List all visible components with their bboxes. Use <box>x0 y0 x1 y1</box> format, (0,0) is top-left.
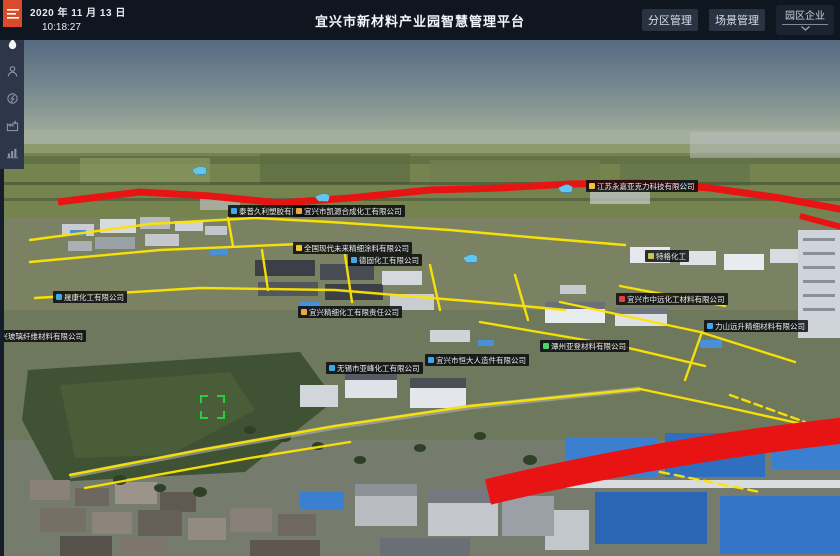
map-label[interactable]: 宜兴玻璃纤维材料有限公司 <box>0 330 86 342</box>
map-label[interactable]: 江苏永嘉亚克力科技有限公司 <box>586 180 698 192</box>
company-label-text: 特格化工 <box>656 251 686 262</box>
company-marker-icon <box>56 294 62 300</box>
company-marker-icon <box>707 323 713 329</box>
company-label-text: 晟康化工有限公司 <box>64 292 124 303</box>
chevron-down-icon <box>801 26 810 31</box>
company-marker-icon <box>296 208 302 214</box>
user-icon <box>6 65 19 78</box>
sidebar-item-person[interactable] <box>5 64 19 78</box>
app-header: 2020 年 11 月 13 日 10:18:27 宜兴市新材料产业园智慧管理平… <box>0 0 840 40</box>
company-label-text: 宜兴精细化工有限责任公司 <box>309 307 399 318</box>
company-label-text: 宜兴市中远化工材料有限公司 <box>627 294 725 305</box>
factory-icon <box>6 119 19 132</box>
company-marker-icon <box>589 183 595 189</box>
scene-management-button[interactable]: 场景管理 <box>709 9 765 31</box>
company-marker-icon <box>428 357 434 363</box>
sidebar <box>0 27 24 169</box>
sidebar-item-analytics[interactable] <box>5 145 19 159</box>
company-marker-icon <box>329 365 335 371</box>
map-label[interactable]: 无锡市亚峰化工有限公司 <box>326 362 423 374</box>
map-label[interactable]: 晟康化工有限公司 <box>53 291 127 303</box>
company-marker-icon <box>648 253 654 259</box>
map-label[interactable]: 特格化工 <box>645 250 689 262</box>
sidebar-item-energy[interactable] <box>5 91 19 105</box>
company-marker-icon <box>296 245 302 251</box>
map-label[interactable]: 宜兴市凯源合成化工有限公司 <box>293 205 405 217</box>
company-label-text: 宜兴玻璃纤维材料有限公司 <box>0 331 83 342</box>
map-label[interactable]: 宜兴市中远化工材料有限公司 <box>616 293 728 305</box>
bar-chart-icon <box>6 146 19 159</box>
map-label[interactable]: 宜兴市恒大人造件有限公司 <box>425 354 529 366</box>
company-marker-icon <box>543 343 549 349</box>
company-marker-icon <box>619 296 625 302</box>
map-label[interactable]: 德固化工有限公司 <box>348 254 422 266</box>
park-enterprise-dropdown[interactable]: 园区企业 <box>776 5 834 35</box>
company-label-text: 潭州亚登材料有限公司 <box>551 341 626 352</box>
company-marker-icon <box>351 257 357 263</box>
zone-management-button[interactable]: 分区管理 <box>642 9 698 31</box>
company-label-text: 江苏永嘉亚克力科技有限公司 <box>597 181 695 192</box>
company-marker-icon <box>231 208 237 214</box>
map-viewport[interactable]: 泰普久利塑胶有限公司宜兴市凯源合成化工有限公司全国现代未来精细涂料有限公司德固化… <box>0 40 840 556</box>
smart-park-platform: 2020 年 11 月 13 日 10:18:27 宜兴市新材料产业园智慧管理平… <box>0 0 840 556</box>
company-label-text: 宜兴市凯源合成化工有限公司 <box>304 206 402 217</box>
power-icon <box>6 92 19 105</box>
company-marker-icon <box>301 309 307 315</box>
company-label-text: 无锡市亚峰化工有限公司 <box>337 363 420 374</box>
map-label[interactable]: 潭州亚登材料有限公司 <box>540 340 629 352</box>
map-label[interactable]: 宜兴精细化工有限责任公司 <box>298 306 402 318</box>
header-actions: 分区管理 场景管理 园区企业 <box>642 0 834 40</box>
company-label-text: 全国现代未来精细涂料有限公司 <box>304 243 409 254</box>
company-label-text: 德固化工有限公司 <box>359 255 419 266</box>
map-label[interactable]: 全国现代未来精细涂料有限公司 <box>293 242 412 254</box>
dropdown-label: 园区企业 <box>785 11 825 22</box>
map-label[interactable]: 力山远升精细材料有限公司 <box>704 320 808 332</box>
selection-box <box>200 395 225 419</box>
sidebar-item-factory[interactable] <box>5 118 19 132</box>
company-label-text: 宜兴市恒大人造件有限公司 <box>436 355 526 366</box>
dropdown-divider <box>782 24 828 25</box>
company-label-text: 力山远升精细材料有限公司 <box>715 321 805 332</box>
